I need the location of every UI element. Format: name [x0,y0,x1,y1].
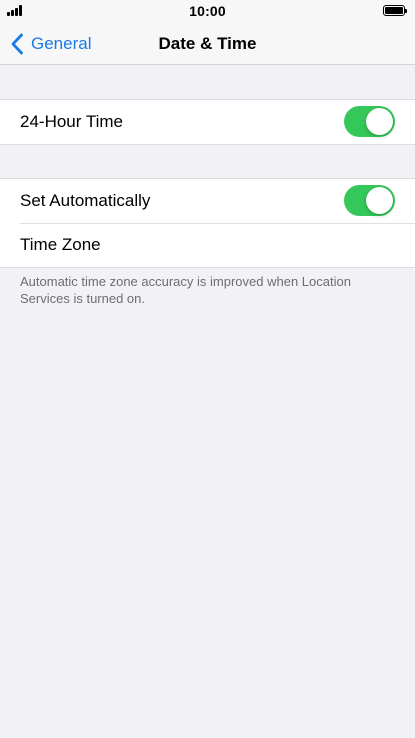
navigation-bar: General Date & Time [0,22,415,65]
time-zone-row[interactable]: Time Zone [0,223,415,267]
location-services-note: Automatic time zone accuracy is improved… [20,274,351,306]
set-automatically-row: Set Automatically [0,179,415,223]
hour24-toggle[interactable] [344,106,395,137]
page-title: Date & Time [158,34,257,53]
status-time: 10:00 [189,3,226,19]
time-zone-label: Time Zone [20,235,101,254]
date-time-settings-screen: 10:00 General Date & Time 24-Hour Time S… [0,0,415,738]
set-automatically-toggle[interactable] [344,185,395,216]
toggle-knob [366,108,393,135]
time-format-group: 24-Hour Time [0,99,415,145]
hour24-row: 24-Hour Time [0,100,415,144]
status-bar: 10:00 [0,0,415,22]
time-zone-group: Set Automatically Time Zone [0,178,415,268]
battery-icon [383,5,407,16]
toggle-knob [366,187,393,214]
